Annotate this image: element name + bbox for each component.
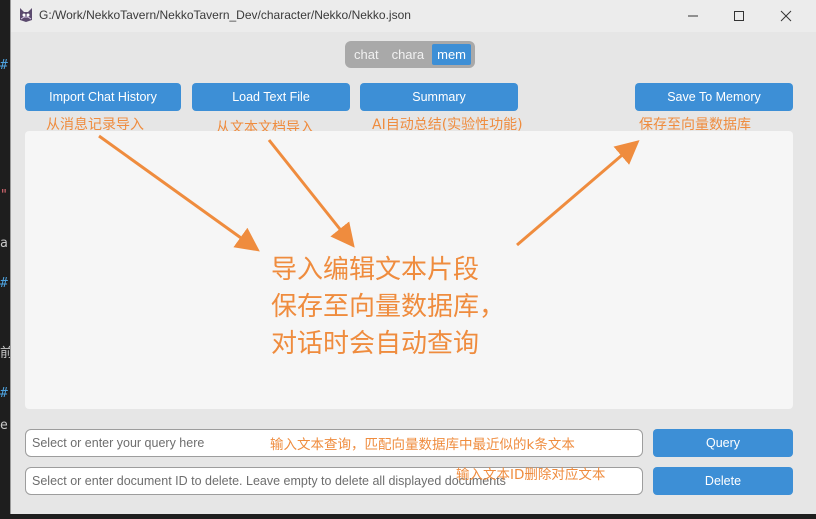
window-title: G:/Work/NekkoTavern/NekkoTavern_Dev/char…: [39, 8, 411, 22]
center-annotation-line: 保存至向量数据库，: [271, 292, 506, 322]
minimize-button[interactable]: [670, 0, 716, 32]
tab-chara[interactable]: chara: [387, 44, 430, 65]
maximize-icon: [734, 11, 744, 21]
save-to-memory-button[interactable]: Save To Memory: [635, 83, 793, 111]
summary-button[interactable]: Summary: [360, 83, 518, 111]
app-window: G:/Work/NekkoTavern/NekkoTavern_Dev/char…: [10, 0, 816, 514]
load-text-file-button[interactable]: Load Text File: [192, 83, 350, 111]
tab-mem[interactable]: mem: [432, 44, 471, 65]
import-chat-history-button[interactable]: Import Chat History: [25, 83, 181, 111]
close-button[interactable]: [763, 0, 809, 32]
title-bar: G:/Work/NekkoTavern/NekkoTavern_Dev/char…: [11, 0, 816, 32]
tab-chat[interactable]: chat: [349, 44, 384, 65]
delete-button[interactable]: Delete: [653, 467, 793, 495]
tab-bar: chat chara mem: [345, 41, 475, 68]
app-icon: [18, 7, 34, 23]
center-annotation: 导入编辑文本片段 保存至向量数据库， 对话时会自动查询: [271, 252, 505, 363]
center-annotation-line: 对话时会自动查询: [271, 329, 480, 359]
close-icon: [780, 10, 792, 22]
query-annotation: 输入文本查询，匹配向量数据库中最近似的k条文本: [270, 437, 575, 453]
minimize-icon: [688, 15, 698, 17]
maximize-button[interactable]: [716, 0, 762, 32]
query-button[interactable]: Query: [653, 429, 793, 457]
center-annotation-line: 导入编辑文本片段: [271, 255, 480, 285]
delete-annotation: 输入文本ID删除对应文本: [456, 467, 606, 483]
